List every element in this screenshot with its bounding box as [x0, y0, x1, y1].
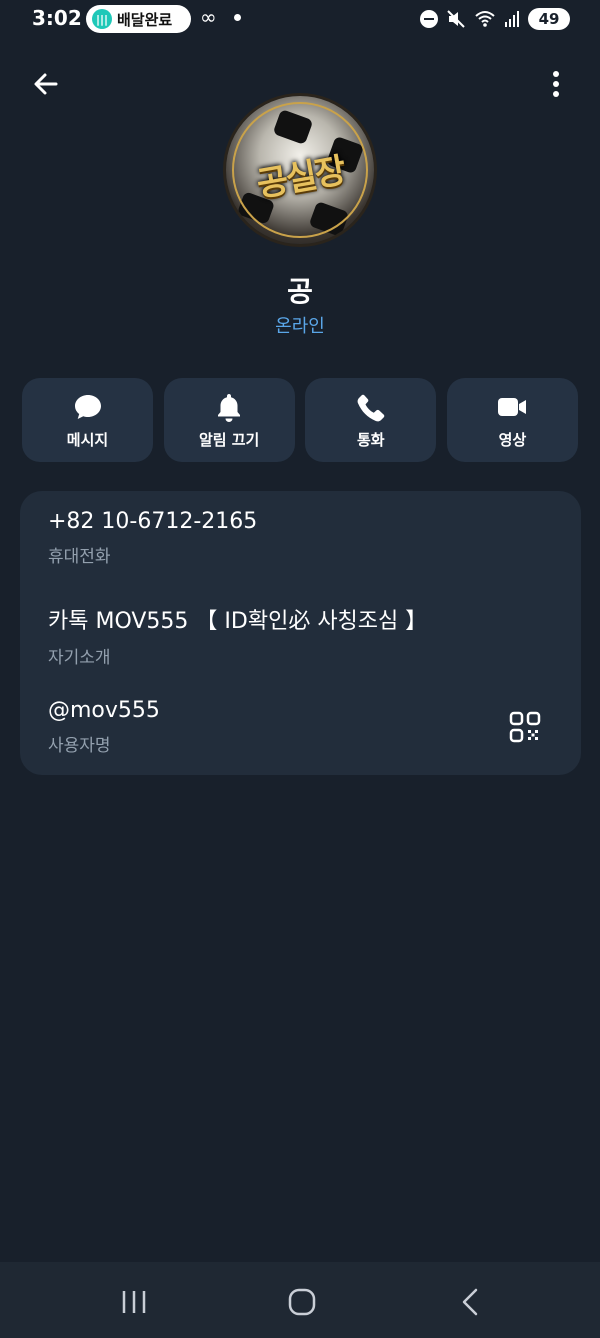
phone-icon — [357, 394, 385, 421]
bio-label: 자기소개 — [48, 648, 111, 668]
signal-icon — [505, 11, 519, 27]
battery-icon: 49 — [528, 8, 570, 30]
delivery-status-label: 배달완료 — [117, 10, 173, 29]
dnd-icon — [420, 10, 438, 28]
recent-apps-icon[interactable] — [114, 1282, 154, 1322]
video-call-button[interactable]: 영상 — [446, 378, 578, 462]
video-icon — [498, 397, 527, 416]
bio-text: 카톡 MOV555 【 ID확인必 사칭조심 】 — [48, 609, 428, 634]
contact-info-card: +82 10-6712-2165 휴대전화 카톡 MOV555 【 ID확인必 … — [20, 491, 581, 775]
wifi-icon — [475, 11, 495, 27]
phone-number: +82 10-6712-2165 — [48, 509, 258, 534]
back-arrow-icon[interactable] — [30, 68, 62, 100]
bell-icon — [218, 393, 241, 422]
status-bar: 3:02 ||| 배달완료 ∞ 49 — [0, 0, 600, 40]
phone-label: 휴대전화 — [48, 547, 111, 567]
system-nav-bar — [0, 1262, 600, 1338]
call-button-label: 통화 — [357, 430, 385, 449]
chat-bubble-icon — [74, 394, 101, 419]
bio-row[interactable]: 카톡 MOV555 【 ID확인必 사칭조심 】 자기소개 — [48, 603, 427, 668]
mute-notifications-label: 알림 끄기 — [198, 430, 260, 449]
delivery-status-badge[interactable]: ||| 배달완료 — [86, 5, 191, 33]
infinity-icon: ∞ — [200, 5, 217, 29]
qr-code-icon[interactable] — [509, 711, 541, 743]
notification-dot-icon — [234, 14, 241, 21]
mute-icon — [447, 10, 465, 28]
call-button[interactable]: 통화 — [305, 378, 437, 462]
username-value: @mov555 — [48, 698, 160, 723]
contact-name: 공 — [287, 275, 313, 308]
home-icon[interactable] — [282, 1282, 322, 1322]
more-vertical-icon[interactable] — [548, 68, 564, 100]
action-buttons: 메시지 알림 끄기 통화 영상 — [22, 378, 578, 462]
contact-status: 온라인 — [275, 316, 325, 337]
phone-row[interactable]: +82 10-6712-2165 휴대전화 — [48, 509, 257, 567]
delivery-app-icon: ||| — [92, 9, 112, 29]
username-row[interactable]: @mov555 사용자명 — [48, 698, 160, 756]
username-label: 사용자명 — [48, 736, 111, 756]
status-time: 3:02 — [32, 6, 82, 30]
back-icon[interactable] — [450, 1282, 490, 1322]
status-icons: 49 — [420, 8, 570, 30]
video-call-button-label: 영상 — [498, 430, 527, 449]
avatar[interactable]: 공실장 — [226, 96, 374, 244]
message-button[interactable]: 메시지 — [22, 378, 153, 462]
message-button-label: 메시지 — [66, 430, 109, 449]
mute-notifications-button[interactable]: 알림 끄기 — [163, 378, 295, 462]
